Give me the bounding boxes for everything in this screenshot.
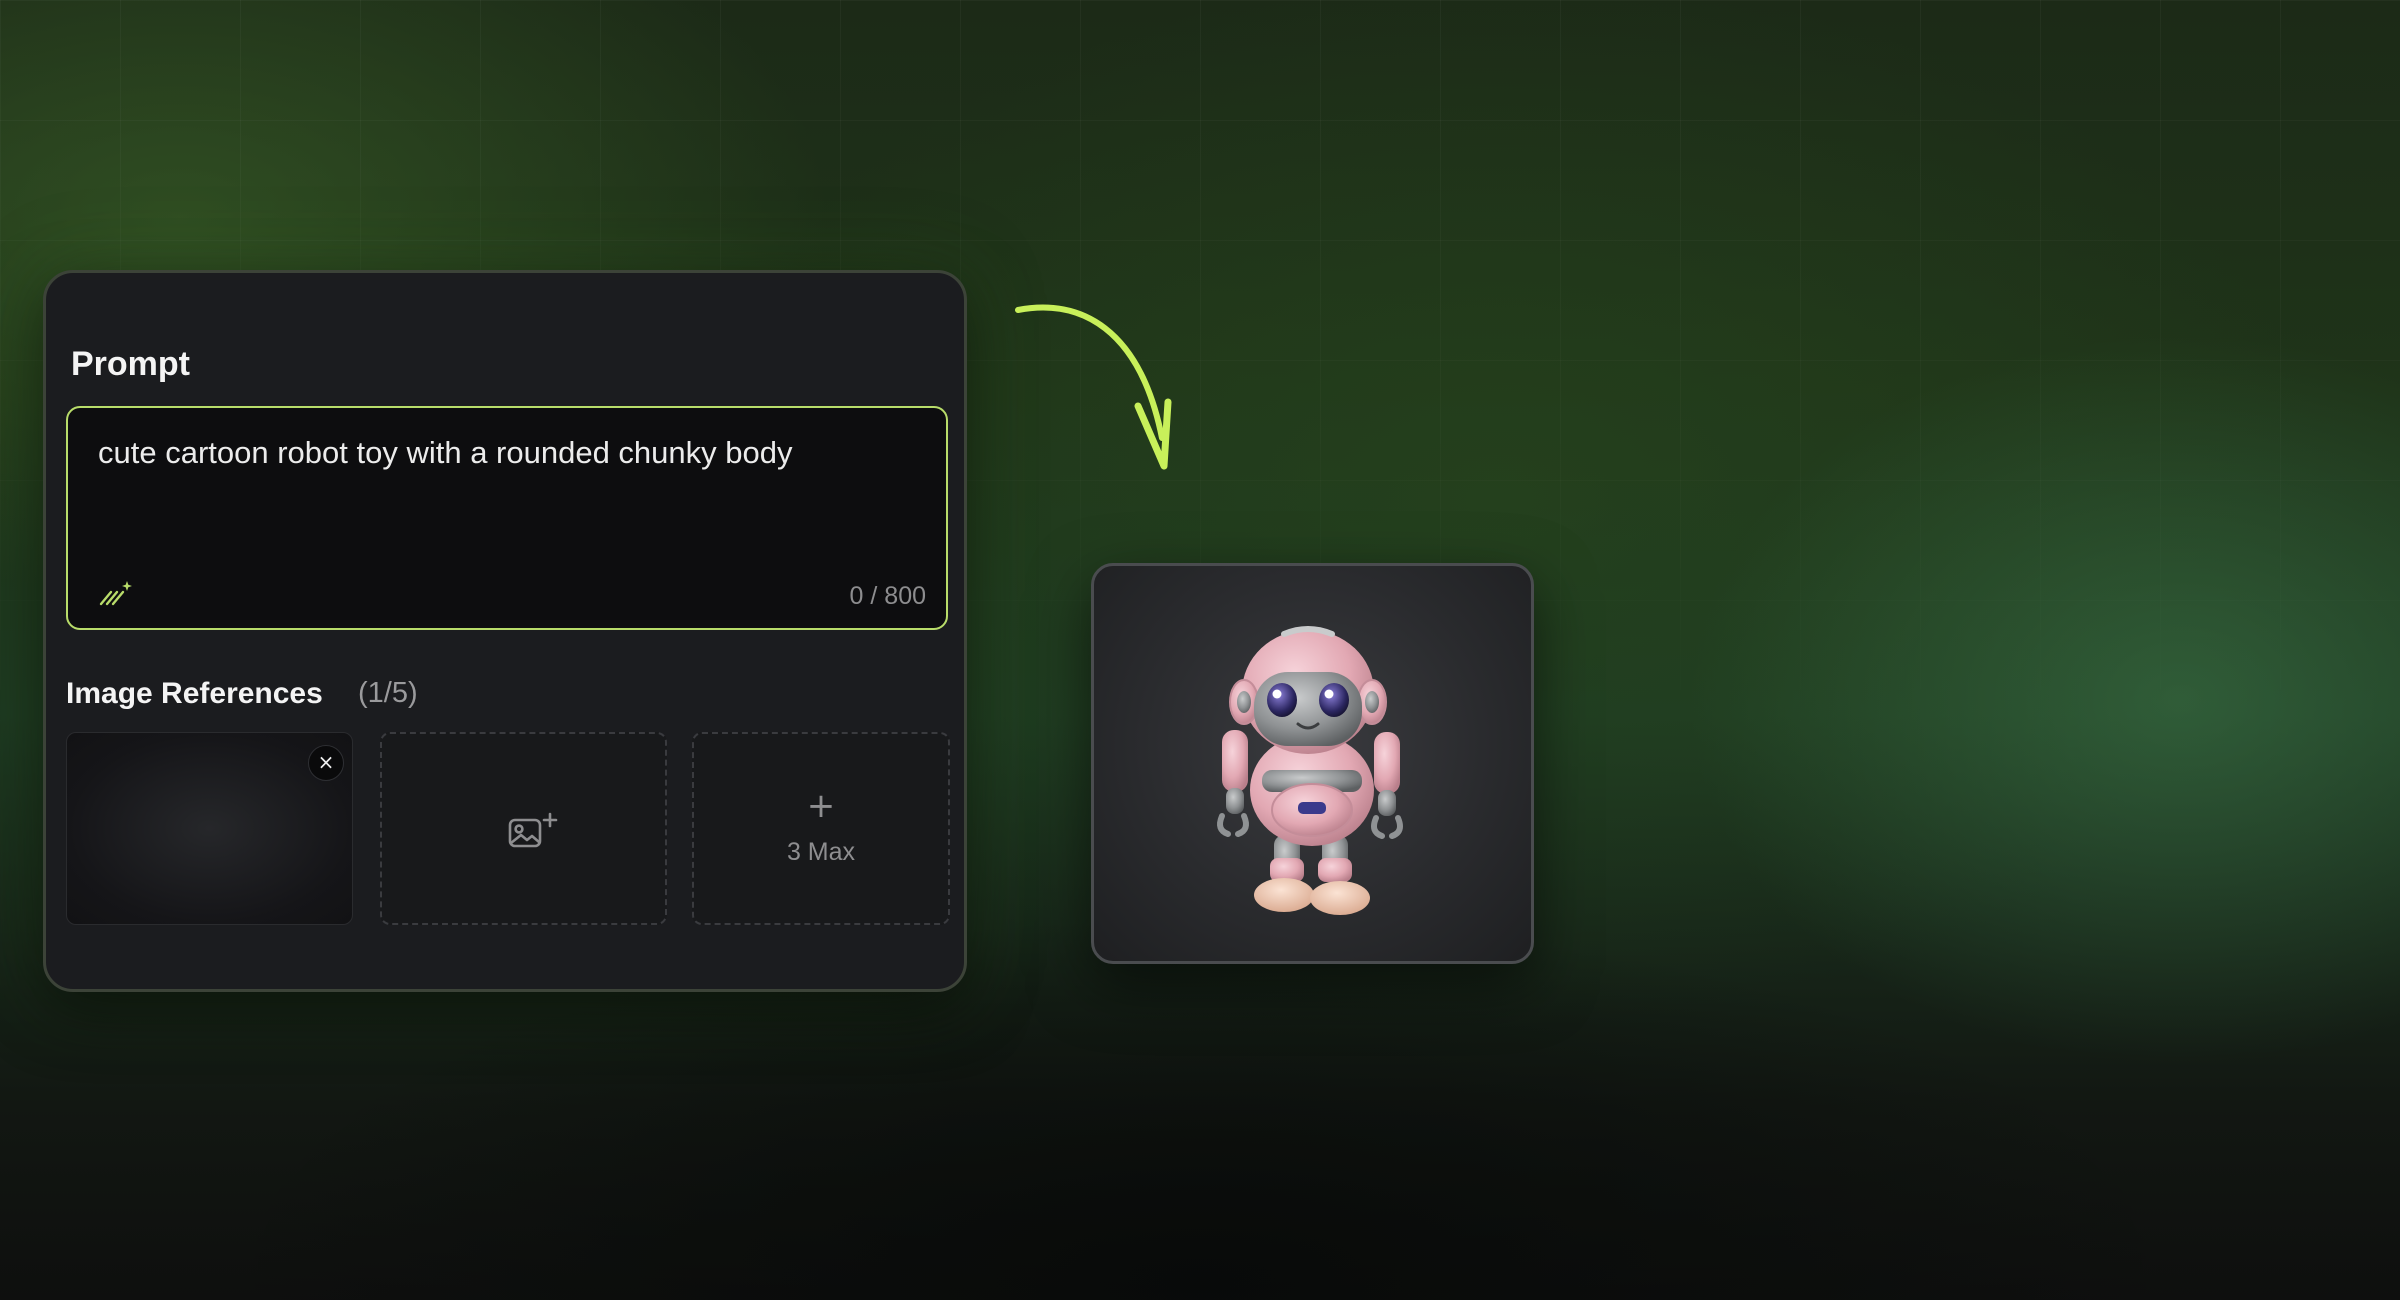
plus-icon: +	[806, 786, 836, 826]
close-icon[interactable]: ×	[308, 745, 344, 781]
image-plus-icon	[508, 812, 558, 848]
max-references-slot[interactable]: + 3 Max	[692, 732, 950, 925]
image-reference-thumbnail[interactable]: ×	[66, 732, 353, 925]
magic-wand-icon[interactable]	[98, 578, 134, 608]
prompt-input[interactable]: cute cartoon robot toy with a rounded ch…	[66, 406, 948, 630]
add-image-reference-button[interactable]	[380, 732, 667, 925]
curved-arrow-icon	[1015, 304, 1172, 470]
result-preview-card[interactable]	[1091, 563, 1534, 964]
prompt-text[interactable]: cute cartoon robot toy with a rounded ch…	[98, 434, 818, 472]
robot-toy-3d-model	[1217, 626, 1403, 915]
prompt-title: Prompt	[71, 345, 190, 383]
character-counter: 0 / 800	[849, 582, 926, 610]
max-references-label: 3 Max	[786, 838, 856, 866]
image-references-title: Image References	[66, 677, 323, 710]
image-references-count: (1/5)	[358, 677, 418, 709]
prompt-panel: Prompt cute cartoon robot toy with a rou…	[43, 270, 967, 992]
